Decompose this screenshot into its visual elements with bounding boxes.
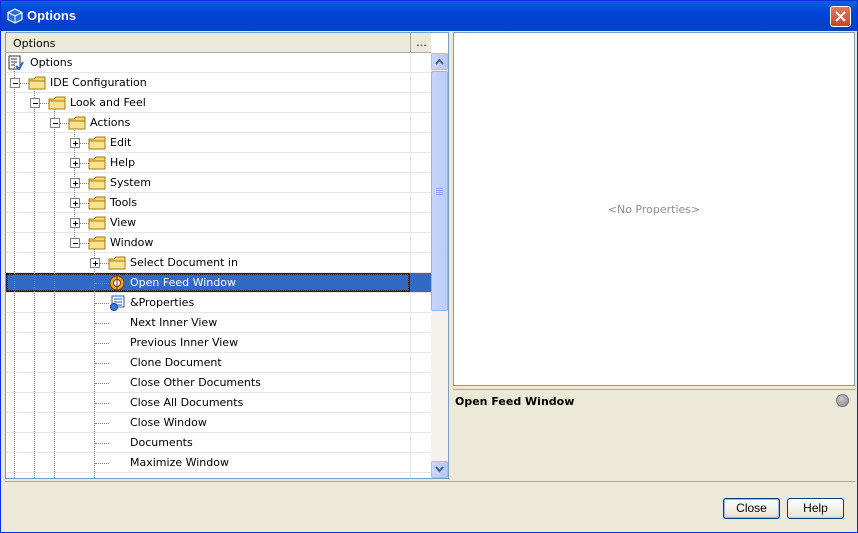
folder-icon: [88, 236, 106, 250]
close-icon: [835, 11, 846, 22]
close-button[interactable]: Close: [723, 498, 780, 519]
options-dialog: Options Options ... Options IDE Configur…: [0, 0, 858, 533]
tree-label: Actions: [90, 116, 131, 129]
tree-label: &Properties: [130, 296, 195, 309]
expand-toggle[interactable]: [90, 258, 100, 268]
tree-label: Close Other Documents: [130, 376, 261, 389]
folder-icon: [88, 196, 106, 210]
scroll-thumb[interactable]: [431, 71, 448, 311]
options-tree: Options IDE Configuration Look and Feel …: [6, 53, 431, 478]
expand-toggle[interactable]: [70, 178, 80, 188]
tree-label: Close All Documents: [130, 396, 244, 409]
tree-row-look-and-feel[interactable]: Look and Feel: [6, 93, 431, 113]
no-properties-message: <No Properties>: [607, 203, 701, 216]
feed-action-icon: [109, 275, 125, 291]
tree-row-previous-inner-view[interactable]: Previous Inner View: [6, 333, 431, 353]
help-icon[interactable]: [836, 394, 849, 407]
collapse-toggle[interactable]: [70, 238, 80, 248]
tree-row-ide-configuration[interactable]: IDE Configuration: [6, 73, 431, 93]
tree-row-close-window[interactable]: Close Window: [6, 413, 431, 433]
tree-label: Close Window: [130, 416, 207, 429]
column-header-label: Options: [13, 37, 56, 50]
collapse-toggle[interactable]: [50, 118, 60, 128]
folder-icon: [88, 156, 106, 170]
description-panel: Open Feed Window: [453, 389, 855, 480]
separator: [5, 481, 855, 482]
tree-row-maximize-window[interactable]: Maximize Window: [6, 453, 431, 473]
description-title: Open Feed Window: [455, 395, 575, 408]
title-bar[interactable]: Options: [1, 1, 857, 31]
tree-label: Help: [110, 156, 136, 169]
netbeans-cube-icon: [7, 8, 23, 24]
tree-column-header: Options ...: [6, 33, 431, 53]
tree-row-clone-document[interactable]: Clone Document: [6, 353, 431, 373]
collapse-toggle[interactable]: [10, 78, 20, 88]
expand-toggle[interactable]: [70, 198, 80, 208]
tree-row-documents[interactable]: Documents: [6, 433, 431, 453]
tree-label: Documents: [130, 436, 193, 449]
expand-toggle[interactable]: [70, 158, 80, 168]
tree-row-properties[interactable]: &Properties: [6, 293, 431, 313]
tree-label: Next Inner View: [130, 316, 218, 329]
tree-row-open-feed-window[interactable]: Open Feed Window: [6, 273, 431, 293]
options-tree-panel: Options ... Options IDE Configuration Lo…: [5, 32, 449, 479]
tree-row-select-document-in[interactable]: Select Document in: [6, 253, 431, 273]
scroll-down-button[interactable]: [431, 461, 448, 478]
tree-label: IDE Configuration: [50, 76, 147, 89]
tree-row-partial: [6, 473, 431, 478]
folder-icon: [88, 216, 106, 230]
tree-label: System: [110, 176, 152, 189]
folder-icon: [88, 176, 106, 190]
tree-label: Clone Document: [130, 356, 222, 369]
tree-label: Look and Feel: [70, 96, 146, 109]
folder-icon: [28, 76, 46, 90]
property-sheet: <No Properties>: [453, 32, 855, 386]
chevron-down-icon: [435, 466, 444, 473]
window-title: Options: [27, 8, 77, 23]
folder-icon: [88, 136, 106, 150]
expand-toggle[interactable]: [70, 138, 80, 148]
tree-label: Tools: [110, 196, 138, 209]
tree-vertical-scrollbar[interactable]: [431, 53, 448, 478]
window-close-button[interactable]: [830, 6, 851, 27]
scroll-up-button[interactable]: [431, 53, 448, 70]
help-button[interactable]: Help: [787, 498, 844, 519]
folder-icon: [68, 116, 86, 130]
tree-label: Open Feed Window: [130, 276, 236, 289]
tree-label: Maximize Window: [130, 456, 229, 469]
tree-row-next-inner-view[interactable]: Next Inner View: [6, 313, 431, 333]
properties-action-icon: [110, 295, 125, 311]
collapse-toggle[interactable]: [30, 98, 40, 108]
options-root-icon: [8, 55, 24, 71]
expand-toggle[interactable]: [70, 218, 80, 228]
tree-row-close-other-documents[interactable]: Close Other Documents: [6, 373, 431, 393]
tree-label: Select Document in: [130, 256, 238, 269]
tree-label: View: [110, 216, 137, 229]
tree-label: Options: [30, 56, 73, 69]
tree-label: Window: [110, 236, 154, 249]
chevron-up-icon: [435, 58, 444, 65]
folder-icon: [108, 256, 126, 270]
column-options-button[interactable]: ...: [410, 33, 432, 52]
folder-icon: [48, 96, 66, 110]
tree-row-options[interactable]: Options: [6, 53, 431, 73]
tree-label: Previous Inner View: [130, 336, 239, 349]
tree-row-close-all-documents[interactable]: Close All Documents: [6, 393, 431, 413]
tree-label: Edit: [110, 136, 132, 149]
